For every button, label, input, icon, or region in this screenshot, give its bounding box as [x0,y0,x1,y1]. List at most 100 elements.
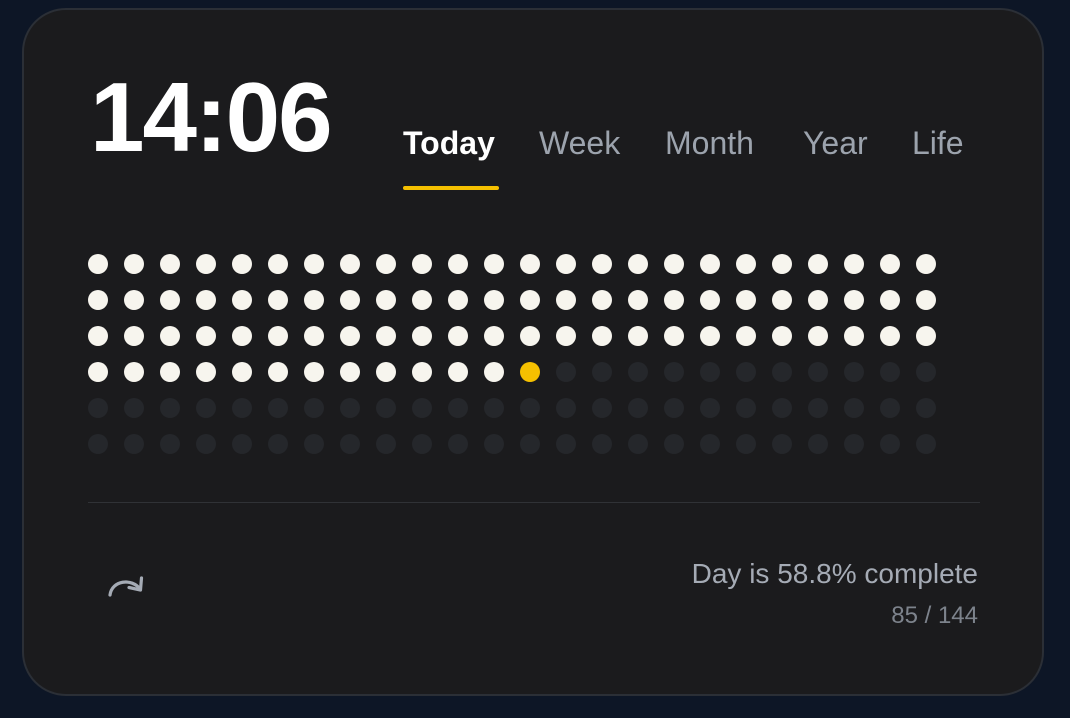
progress-dot-filled [628,254,648,274]
progress-dot-empty [232,398,252,418]
progress-dot-filled [88,290,108,310]
progress-dot-filled [592,290,612,310]
progress-dot-empty [880,362,900,382]
progress-dot-filled [160,290,180,310]
progress-dot-filled [448,362,468,382]
progress-dot-filled [196,254,216,274]
tab-today[interactable]: Today [403,125,495,161]
progress-dot-filled [124,290,144,310]
day-status-count: 85 / 144 [891,602,978,629]
progress-dot-empty [232,434,252,454]
progress-dot-filled [628,290,648,310]
progress-dot-filled [304,362,324,382]
progress-dot-filled [268,362,288,382]
progress-dot-empty [844,434,864,454]
divider [88,502,980,503]
day-status: Day is 58.8% complete 85 / 144 [692,558,978,630]
progress-dot-filled [304,326,324,346]
progress-dot-empty [376,398,396,418]
progress-dot-empty [628,398,648,418]
progress-dot-empty [484,434,504,454]
progress-dot-empty [736,398,756,418]
progress-dot-filled [124,326,144,346]
tab-week[interactable]: Week [539,125,620,161]
progress-dot-filled [268,254,288,274]
progress-dot-filled [196,290,216,310]
progress-dot-filled [340,290,360,310]
progress-dot-empty [700,434,720,454]
progress-dot-filled [376,290,396,310]
progress-dot-filled [628,326,648,346]
progress-dot-filled [340,254,360,274]
progress-dot-filled [448,326,468,346]
progress-dot-filled [160,326,180,346]
progress-dot-filled [844,254,864,274]
progress-dot-filled [664,326,684,346]
progress-dot-filled [484,362,504,382]
progress-dot-filled [412,326,432,346]
progress-dot-filled [880,326,900,346]
clock-time: 14:06 [90,62,333,172]
progress-dot-filled [844,290,864,310]
progress-dot-empty [592,362,612,382]
progress-dot-empty [916,362,936,382]
progress-dot-filled [376,362,396,382]
progress-dot-filled [592,326,612,346]
tab-year[interactable]: Year [803,125,868,161]
progress-dot-filled [556,290,576,310]
progress-dot-filled [808,326,828,346]
progress-dot-empty [844,362,864,382]
progress-dot-empty [916,434,936,454]
progress-dot-empty [700,362,720,382]
progress-dot-empty [340,434,360,454]
refresh-button[interactable] [104,570,148,606]
progress-dot-filled [916,326,936,346]
progress-dot-filled [556,326,576,346]
progress-dot-empty [736,362,756,382]
progress-dot-filled [808,290,828,310]
progress-dot-empty [844,398,864,418]
progress-dot-filled [340,362,360,382]
progress-dot-empty [412,398,432,418]
progress-dot-empty [628,434,648,454]
progress-dot-filled [484,290,504,310]
progress-dot-filled [880,254,900,274]
progress-dot-filled [484,326,504,346]
progress-dot-empty [124,434,144,454]
tab-life[interactable]: Life [912,125,964,161]
refresh-icon [108,576,144,597]
progress-dot-filled [232,326,252,346]
progress-dot-empty [808,362,828,382]
progress-dot-filled [160,362,180,382]
progress-dot-filled [772,326,792,346]
progress-dot-filled [700,290,720,310]
progress-dot-grid [88,254,938,474]
progress-dot-filled [808,254,828,274]
progress-dot-empty [340,398,360,418]
progress-dot-empty [772,434,792,454]
progress-dot-empty [448,398,468,418]
progress-dot-filled [124,254,144,274]
progress-dot-empty [88,398,108,418]
progress-dot-empty [484,398,504,418]
progress-dot-filled [484,254,504,274]
progress-dot-filled [736,326,756,346]
progress-dot-filled [304,254,324,274]
progress-dot-filled [88,254,108,274]
progress-dot-filled [88,326,108,346]
progress-dot-filled [232,254,252,274]
progress-dot-filled [520,254,540,274]
progress-dot-filled [772,290,792,310]
progress-dot-empty [808,398,828,418]
progress-dot-empty [448,434,468,454]
progress-dot-filled [736,290,756,310]
progress-dot-empty [124,398,144,418]
tab-month[interactable]: Month [665,125,754,161]
progress-dot-filled [700,254,720,274]
progress-dot-empty [880,434,900,454]
progress-dot-filled [736,254,756,274]
progress-dot-empty [556,362,576,382]
progress-dot-empty [376,434,396,454]
progress-dot-filled [412,290,432,310]
progress-dot-filled [520,290,540,310]
